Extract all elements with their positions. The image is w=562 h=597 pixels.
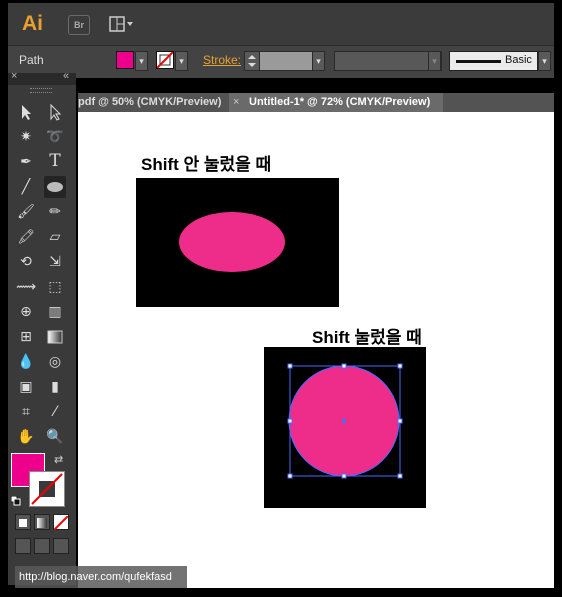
stroke-label[interactable]: Stroke:	[203, 53, 241, 67]
blob-brush-tool-icon[interactable]: 🖍	[15, 226, 37, 248]
illustrator-logo: Ai	[22, 12, 43, 35]
color-mode-icon[interactable]	[15, 514, 31, 530]
column-graph-tool-icon[interactable]: ▮	[44, 376, 66, 398]
fill-dropdown[interactable]: ▾	[135, 51, 148, 71]
symbol-sprayer-tool-icon[interactable]: ▣	[15, 376, 37, 398]
ellipse-shape	[179, 212, 285, 272]
arrange-documents-button[interactable]	[108, 14, 134, 34]
gradient-tool-icon[interactable]	[44, 326, 66, 348]
none-mode-icon[interactable]	[53, 514, 69, 531]
brush-definition-label: Basic	[505, 54, 532, 66]
caption-with-shift: Shift 눌렀을 때	[312, 328, 422, 347]
blog-watermark: http://blog.naver.com/qufekfasd	[15, 566, 187, 588]
perspective-grid-tool-icon[interactable]: ▥	[44, 301, 66, 323]
rotate-tool-icon[interactable]: ⟲	[15, 251, 37, 273]
pen-tool-icon[interactable]: ✒	[15, 151, 37, 173]
mesh-tool-icon[interactable]: ⊞	[15, 326, 37, 348]
eyedropper-tool-icon[interactable]: 💧	[15, 351, 37, 373]
line-tool-icon[interactable]: ╱	[15, 176, 37, 198]
width-tool-icon[interactable]: ⟿	[15, 276, 37, 298]
stroke-weight-stepper[interactable]	[244, 51, 260, 71]
draw-normal-icon[interactable]	[15, 538, 31, 554]
stroke-dropdown[interactable]: ▾	[175, 51, 188, 71]
none-color-icon	[157, 52, 173, 68]
direct-selection-tool-icon[interactable]	[44, 101, 66, 123]
black-rectangle-2[interactable]	[264, 347, 426, 508]
selection-tool-icon[interactable]	[15, 101, 37, 123]
brush-dropdown[interactable]: ▾	[538, 51, 551, 71]
stepper-arrows-icon	[248, 55, 256, 67]
selection-type-label: Path	[19, 53, 44, 67]
free-transform-tool-icon[interactable]: ⬚	[44, 276, 66, 298]
stroke-color-swatch[interactable]	[156, 51, 174, 69]
stroke-color-icon[interactable]	[29, 471, 65, 507]
tab-pdf[interactable]: pdf @ 50% (CMYK/Preview)	[78, 93, 228, 112]
blend-tool-icon[interactable]: ◎	[44, 351, 66, 373]
stroke-weight-field[interactable]	[259, 51, 313, 71]
layout-grid-icon	[109, 16, 133, 32]
black-rectangle-1[interactable]	[136, 178, 339, 307]
stroke-weight-dropdown[interactable]: ▾	[312, 51, 325, 71]
magic-wand-tool-icon[interactable]: ✷	[15, 126, 37, 148]
circle-with-bounding-box	[287, 363, 403, 479]
variable-width-field[interactable]	[334, 51, 442, 71]
variable-width-dropdown[interactable]: ▾	[428, 51, 441, 71]
tab-label: Untitled-1* @ 72% (CMYK/Preview)	[249, 96, 431, 108]
lasso-tool-icon[interactable]: ➰	[44, 126, 66, 148]
zoom-tool-icon[interactable]: 🔍	[44, 426, 66, 448]
artboard-tool-icon[interactable]: ⌗	[15, 401, 37, 423]
type-tool-icon[interactable]: T	[44, 151, 66, 173]
paintbrush-tool-icon[interactable]: 🖌	[15, 201, 37, 223]
close-panel-icon[interactable]: ×	[11, 70, 17, 82]
close-tab-icon[interactable]: ×	[233, 93, 239, 112]
fill-color-swatch[interactable]	[116, 51, 134, 69]
tools-panel: ✷ ➰ ✒ T ╱ 🖌 ✏ 🖍 ▱ ⟲ ⇲ ⟿ ⬚ ⊕ ▥ ⊞ 💧 ◎ ▣ ▮ …	[8, 85, 76, 585]
shape-builder-tool-icon[interactable]: ⊕	[15, 301, 37, 323]
swap-colors-icon[interactable]: ⇄	[54, 453, 63, 466]
draw-behind-icon[interactable]	[34, 538, 50, 554]
ellipse-tool-icon[interactable]	[44, 176, 66, 198]
slice-tool-icon[interactable]: ⁄	[44, 401, 66, 423]
brush-stroke-preview	[456, 60, 501, 63]
bridge-button[interactable]: Br	[68, 15, 90, 35]
default-colors-icon[interactable]	[10, 491, 21, 506]
app-window: { "app": {"logo": "Ai", "bridge_label": …	[0, 0, 562, 597]
hand-tool-icon[interactable]: ✋	[15, 426, 37, 448]
eraser-tool-icon[interactable]: ▱	[44, 226, 66, 248]
gradient-mode-icon[interactable]	[34, 514, 50, 530]
toolbox-header: × «	[8, 70, 76, 85]
draw-inside-icon[interactable]	[53, 538, 69, 554]
caption-without-shift: Shift 안 눌렀을 때	[141, 155, 272, 174]
collapse-panel-icon[interactable]: «	[63, 70, 69, 82]
pencil-tool-icon[interactable]: ✏	[44, 201, 66, 223]
scale-tool-icon[interactable]: ⇲	[44, 251, 66, 273]
panel-grip[interactable]	[30, 88, 52, 93]
tab-label: pdf @ 50% (CMYK/Preview)	[78, 96, 222, 108]
